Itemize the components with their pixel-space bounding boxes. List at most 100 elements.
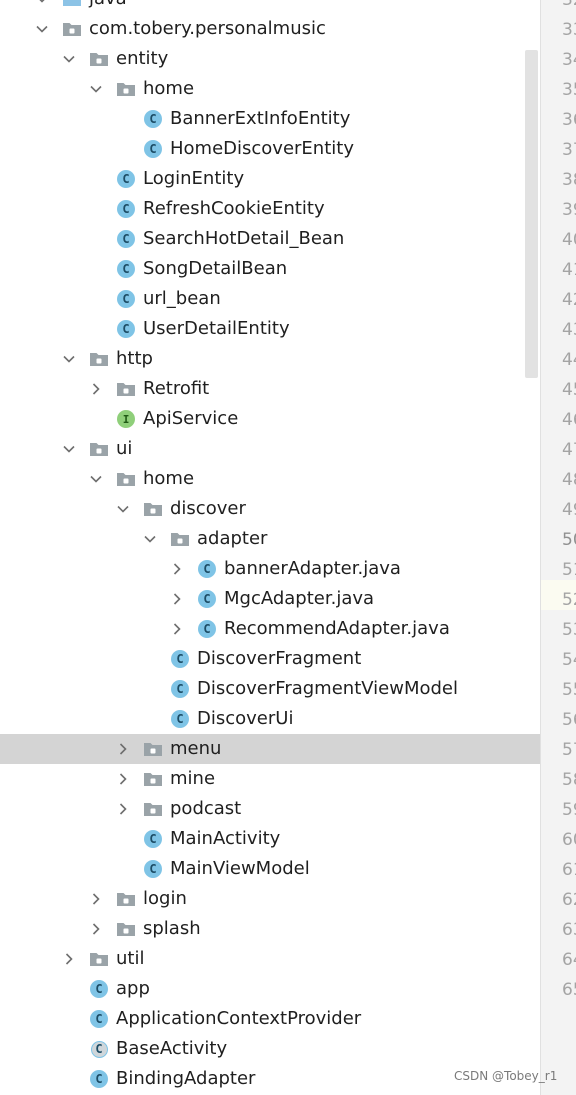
tree-row-label: BindingAdapter [116,1068,256,1089]
tree-row-baseactivity[interactable]: C BaseActivity [0,1034,540,1064]
class-icon: C [116,169,136,189]
line-number: 51 [562,560,576,580]
tree-row-home[interactable]: home [0,464,540,494]
tree-row-discoverui[interactable]: C DiscoverUi [0,704,540,734]
tree-row-homediscoverentity[interactable]: C HomeDiscoverEntity [0,134,540,164]
line-number: 35 [562,80,576,100]
tree-row-apiservice[interactable]: I ApiService [0,404,540,434]
chevron-down-icon[interactable] [89,82,103,96]
interface-icon: I [116,409,136,429]
line-number: 52 [562,590,576,610]
chevron-down-icon[interactable] [143,532,157,546]
chevron-down-icon[interactable] [35,0,49,6]
tree-row-mine[interactable]: mine [0,764,540,794]
tree-row-searchhotdetail-bean[interactable]: C SearchHotDetail_Bean [0,224,540,254]
tree-row-banneradapter-java[interactable]: CbannerAdapter.java [0,554,540,584]
tree-row-app[interactable]: Capp [0,974,540,1004]
package-folder-icon [116,379,136,399]
tree-row-bannerextinfoentity[interactable]: C BannerExtInfoEntity [0,104,540,134]
tree-row-mgcadapter-java[interactable]: C MgcAdapter.java [0,584,540,614]
watermark: CSDN @Tobey_r1 [454,1069,558,1083]
tree-row-loginentity[interactable]: C LoginEntity [0,164,540,194]
tree-row-userdetailentity[interactable]: C UserDetailEntity [0,314,540,344]
class-icon: C [89,1069,109,1089]
chevron-right-icon[interactable] [116,742,130,756]
chevron-right-icon[interactable] [116,802,130,816]
tree-row-label: DiscoverFragment [197,648,362,669]
tree-row-java[interactable]: java [0,0,540,14]
class-icon: C [116,199,136,219]
package-folder-icon [89,949,109,969]
tree-row-ui[interactable]: ui [0,434,540,464]
line-number: 50 [562,530,576,550]
tree-row-adapter[interactable]: adapter [0,524,540,554]
chevron-down-icon[interactable] [35,22,49,36]
tree-row-label: ApiService [143,408,239,429]
tree-row-util[interactable]: util [0,944,540,974]
chevron-right-icon[interactable] [89,382,103,396]
chevron-down-icon[interactable] [116,502,130,516]
line-number: 37 [562,140,576,160]
tree-row-entity[interactable]: entity [0,44,540,74]
tree-row-label: home [143,468,195,489]
class-badge: C [198,590,216,608]
class-icon: C [116,259,136,279]
tree-row-http[interactable]: http [0,344,540,374]
class-icon: C [143,829,163,849]
chevron-right-icon[interactable] [89,922,103,936]
chevron-right-icon[interactable] [62,952,76,966]
tree-row-label: DiscoverUi [197,708,294,729]
tree-row-mainactivity[interactable]: C MainActivity [0,824,540,854]
tree-row-label: com.tobery.personalmusic [89,18,326,39]
chevron-right-icon[interactable] [116,772,130,786]
tree-row-label: discover [170,498,246,519]
project-tree[interactable]: javacom.tobery.personalmusicentityhomeCB… [0,0,540,1095]
tree-row-songdetailbean[interactable]: C SongDetailBean [0,254,540,284]
chevron-down-icon[interactable] [62,352,76,366]
line-number: 36 [562,110,576,130]
tree-row-mainviewmodel[interactable]: C MainViewModel [0,854,540,884]
package-folder-icon [116,79,136,99]
chevron-right-icon[interactable] [170,562,184,576]
package-folder-icon [143,499,163,519]
tree-row-splash[interactable]: splash [0,914,540,944]
tree-row-home[interactable]: home [0,74,540,104]
chevron-down-icon[interactable] [89,472,103,486]
class-icon: C [143,109,163,129]
package-folder-icon [62,19,82,39]
tree-row-url-bean[interactable]: Curl_bean [0,284,540,314]
tree-scrollbar[interactable] [525,50,538,378]
line-number: 62 [562,890,576,910]
chevron-right-icon[interactable] [89,892,103,906]
tree-row-applicationcontextprovider[interactable]: C ApplicationContextProvider [0,1004,540,1034]
tree-row-discoverfragment[interactable]: C DiscoverFragment [0,644,540,674]
chevron-down-icon[interactable] [62,52,76,66]
chevron-right-icon[interactable] [170,622,184,636]
class-icon: C [89,979,109,999]
tree-row-label: home [143,78,195,99]
line-number: 38 [562,170,576,190]
class-badge: C [117,320,135,338]
tree-row-recommendadapter-java[interactable]: C RecommendAdapter.java [0,614,540,644]
chevron-down-icon[interactable] [62,442,76,456]
line-number: 61 [562,860,576,880]
line-number: 46 [562,410,576,430]
tree-row-refreshcookieentity[interactable]: C RefreshCookieEntity [0,194,540,224]
tree-row-login[interactable]: login [0,884,540,914]
line-number: 32 [562,0,576,10]
tree-row-retrofit[interactable]: Retrofit [0,374,540,404]
class-icon: C [116,229,136,249]
class-icon: C [170,679,190,699]
line-number: 64 [562,950,576,970]
tree-row-label: adapter [197,528,268,549]
editor-line-gutter: 32 33 34 35 36 37 38 39 40 41 42 43 44 45 46 47 48 49 50 51… [540,0,576,1095]
tree-row-podcast[interactable]: podcast [0,794,540,824]
tree-row-label: entity [116,48,169,69]
class-badge: C [144,830,162,848]
chevron-right-icon[interactable] [170,592,184,606]
line-number: 55 [562,680,576,700]
tree-row-discover[interactable]: discover [0,494,540,524]
tree-row-com-tobery-personalmusic[interactable]: com.tobery.personalmusic [0,14,540,44]
tree-row-menu[interactable]: menu [0,734,540,764]
tree-row-discoverfragmentviewmodel[interactable]: C DiscoverFragmentViewModel [0,674,540,704]
